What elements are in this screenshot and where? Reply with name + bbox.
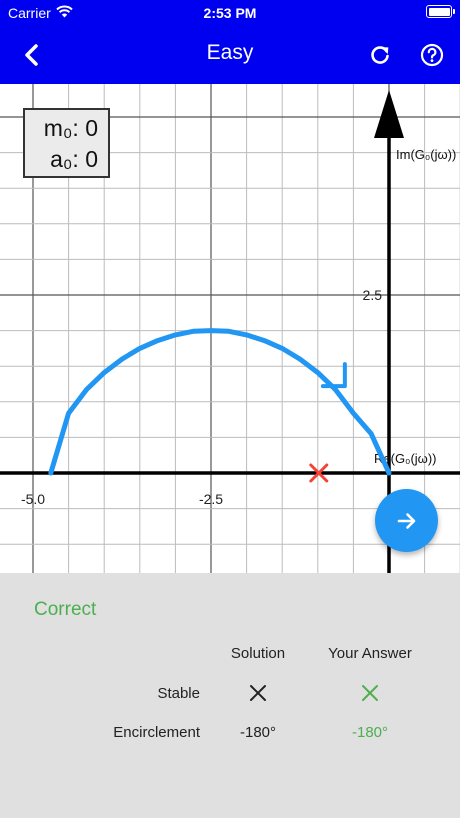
cross-icon — [250, 685, 266, 701]
navigation-bar: Easy — [0, 26, 460, 84]
help-icon — [420, 43, 444, 67]
status-bar: Carrier 2:53 PM — [0, 0, 460, 26]
x-tick-label: -2.5 — [199, 491, 223, 507]
stable-row-label: Stable — [157, 685, 200, 702]
result-panel: Correct Solution Your Answer Stable ✕ ✕ … — [0, 573, 460, 818]
encirclement-answer: -180° — [351, 724, 389, 741]
counter-box: m₀: 0 a₀: 0 — [23, 108, 110, 178]
refresh-button[interactable] — [362, 38, 398, 72]
stable-answer: ✕ — [300, 681, 440, 705]
result-title: Correct — [34, 599, 97, 620]
y-tick-label: 2.5 — [363, 287, 383, 303]
battery-icon — [426, 5, 455, 18]
m-count: m₀: 0 — [43, 115, 98, 141]
arrow-right-icon — [397, 512, 415, 529]
next-button[interactable] — [375, 489, 438, 552]
refresh-icon — [371, 46, 389, 64]
cross-icon — [362, 685, 378, 701]
encirclement-row-label: Encirclement — [113, 724, 200, 741]
y-axis-label: Im(G₀(jω)) — [396, 147, 456, 162]
y-axis-arrow — [374, 90, 404, 138]
status-time: 2:53 PM — [203, 5, 257, 21]
x-tick-label: -5.0 — [21, 491, 45, 507]
help-button[interactable] — [414, 38, 450, 72]
a-count: a₀: 0 — [50, 146, 98, 172]
your-answer-column-header: Your Answer — [328, 645, 412, 662]
